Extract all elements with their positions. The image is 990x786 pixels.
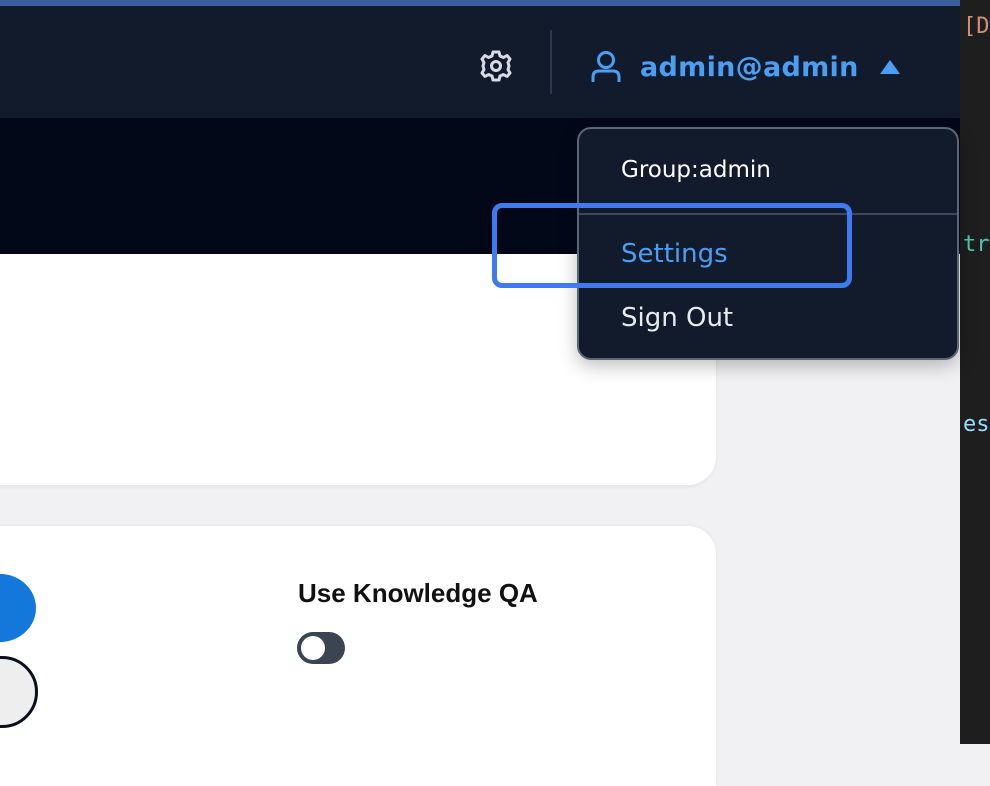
gear-icon	[479, 49, 513, 87]
user-email: admin@admin	[640, 51, 859, 83]
group-label: Group:admin	[621, 157, 771, 183]
code-fragment: [D	[963, 14, 990, 39]
knowledge-qa-label: Use Knowledge QA	[298, 578, 538, 608]
code-fragment: tr	[963, 232, 990, 257]
user-menu-button[interactable]: admin@admin	[590, 42, 903, 92]
header-divider	[550, 30, 552, 94]
code-fragment: es	[963, 412, 990, 437]
settings-card	[0, 526, 716, 786]
app-header: admin@admin	[0, 6, 960, 118]
knowledge-qa-toggle[interactable]	[297, 632, 345, 664]
highlight-box	[492, 203, 852, 288]
settings-button[interactable]	[476, 46, 516, 90]
menu-item-sign-out[interactable]: Sign Out	[621, 303, 733, 333]
code-editor-strip: [D tr es	[960, 0, 990, 744]
caret-up-icon	[879, 57, 903, 77]
user-icon	[590, 49, 626, 85]
toggle-knob	[301, 636, 325, 660]
